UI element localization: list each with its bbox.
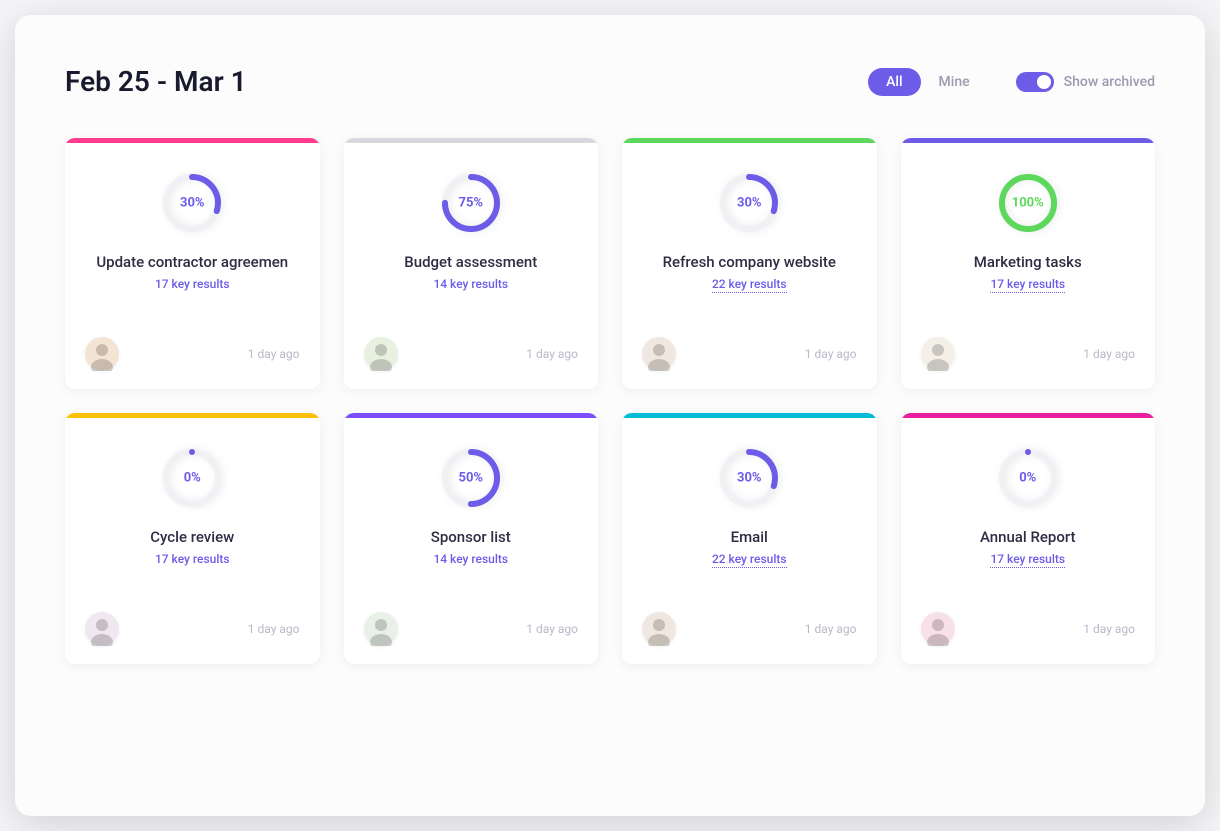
key-results-link[interactable]: 17 key results bbox=[155, 552, 230, 566]
owner-avatar[interactable] bbox=[642, 337, 676, 371]
card-body: 0% Annual Report 17 key results bbox=[901, 418, 1156, 586]
card-timestamp: 1 day ago bbox=[1083, 347, 1135, 361]
okr-card[interactable]: 0% Annual Report 17 key results 1 day ag… bbox=[901, 413, 1156, 664]
card-footer: 1 day ago bbox=[344, 325, 599, 389]
card-title: Cycle review bbox=[150, 528, 234, 546]
card-timestamp: 1 day ago bbox=[248, 347, 300, 361]
card-title: Sponsor list bbox=[431, 528, 511, 546]
progress-text: 30% bbox=[180, 196, 205, 211]
progress-text: 0% bbox=[1019, 471, 1036, 486]
key-results-link[interactable]: 17 key results bbox=[155, 277, 230, 291]
card-footer: 1 day ago bbox=[901, 600, 1156, 664]
card-footer: 1 day ago bbox=[65, 600, 320, 664]
progress-ring: 75% bbox=[439, 171, 503, 235]
okr-card[interactable]: 30% Refresh company website 22 key resul… bbox=[622, 138, 877, 389]
progress-text: 75% bbox=[458, 196, 483, 211]
progress-ring: 30% bbox=[160, 171, 224, 235]
card-body: 75% Budget assessment 14 key results bbox=[344, 143, 599, 311]
progress-ring: 0% bbox=[160, 446, 224, 510]
filter-group: All Mine bbox=[868, 68, 988, 96]
key-results-link[interactable]: 17 key results bbox=[990, 552, 1065, 568]
card-footer: 1 day ago bbox=[622, 600, 877, 664]
filter-mine-button[interactable]: Mine bbox=[921, 68, 988, 96]
filter-all-button[interactable]: All bbox=[868, 68, 920, 96]
card-timestamp: 1 day ago bbox=[526, 347, 578, 361]
progress-text: 30% bbox=[737, 196, 762, 211]
okr-card-grid: 30% Update contractor agreemen 17 key re… bbox=[65, 138, 1155, 664]
header: Feb 25 - Mar 1 All Mine Show archived bbox=[65, 65, 1155, 98]
progress-text: 30% bbox=[737, 471, 762, 486]
progress-text: 50% bbox=[458, 471, 483, 486]
archive-toggle-group: Show archived bbox=[1016, 72, 1155, 92]
owner-avatar[interactable] bbox=[85, 337, 119, 371]
key-results-link[interactable]: 22 key results bbox=[712, 277, 787, 293]
card-timestamp: 1 day ago bbox=[1083, 622, 1135, 636]
owner-avatar[interactable] bbox=[642, 612, 676, 646]
progress-ring: 30% bbox=[717, 171, 781, 235]
okr-card[interactable]: 30% Update contractor agreemen 17 key re… bbox=[65, 138, 320, 389]
okr-card[interactable]: 30% Email 22 key results 1 day ago bbox=[622, 413, 877, 664]
owner-avatar[interactable] bbox=[921, 612, 955, 646]
card-title: Update contractor agreemen bbox=[96, 253, 288, 271]
show-archived-toggle[interactable] bbox=[1016, 72, 1054, 92]
progress-ring: 100% bbox=[996, 171, 1060, 235]
card-title: Budget assessment bbox=[404, 253, 537, 271]
card-body: 50% Sponsor list 14 key results bbox=[344, 418, 599, 586]
card-body: 0% Cycle review 17 key results bbox=[65, 418, 320, 586]
card-title: Marketing tasks bbox=[974, 253, 1082, 271]
card-body: 30% Email 22 key results bbox=[622, 418, 877, 586]
dashboard-window: Feb 25 - Mar 1 All Mine Show archived bbox=[15, 15, 1205, 816]
owner-avatar[interactable] bbox=[364, 612, 398, 646]
okr-card[interactable]: 75% Budget assessment 14 key results 1 d… bbox=[344, 138, 599, 389]
progress-ring: 50% bbox=[439, 446, 503, 510]
show-archived-label: Show archived bbox=[1064, 74, 1155, 90]
card-timestamp: 1 day ago bbox=[805, 622, 857, 636]
key-results-link[interactable]: 14 key results bbox=[433, 552, 508, 566]
header-controls: All Mine Show archived bbox=[868, 68, 1155, 96]
card-footer: 1 day ago bbox=[901, 325, 1156, 389]
okr-card[interactable]: 100% Marketing tasks 17 key results 1 da… bbox=[901, 138, 1156, 389]
card-body: 100% Marketing tasks 17 key results bbox=[901, 143, 1156, 311]
owner-avatar[interactable] bbox=[364, 337, 398, 371]
progress-ring: 30% bbox=[717, 446, 781, 510]
owner-avatar[interactable] bbox=[85, 612, 119, 646]
progress-ring: 0% bbox=[996, 446, 1060, 510]
card-timestamp: 1 day ago bbox=[805, 347, 857, 361]
key-results-link[interactable]: 22 key results bbox=[712, 552, 787, 568]
progress-text: 100% bbox=[1012, 196, 1044, 211]
card-footer: 1 day ago bbox=[622, 325, 877, 389]
card-title: Email bbox=[731, 528, 768, 546]
card-timestamp: 1 day ago bbox=[248, 622, 300, 636]
progress-text: 0% bbox=[184, 471, 201, 486]
okr-card[interactable]: 0% Cycle review 17 key results 1 day ago bbox=[65, 413, 320, 664]
card-body: 30% Update contractor agreemen 17 key re… bbox=[65, 143, 320, 311]
owner-avatar[interactable] bbox=[921, 337, 955, 371]
card-title: Annual Report bbox=[980, 528, 1076, 546]
okr-card[interactable]: 50% Sponsor list 14 key results 1 day ag… bbox=[344, 413, 599, 664]
card-footer: 1 day ago bbox=[65, 325, 320, 389]
key-results-link[interactable]: 14 key results bbox=[433, 277, 508, 291]
card-title: Refresh company website bbox=[663, 253, 836, 271]
card-footer: 1 day ago bbox=[344, 600, 599, 664]
toggle-knob bbox=[1037, 75, 1051, 89]
key-results-link[interactable]: 17 key results bbox=[990, 277, 1065, 293]
card-body: 30% Refresh company website 22 key resul… bbox=[622, 143, 877, 311]
date-range-title: Feb 25 - Mar 1 bbox=[65, 65, 247, 98]
card-timestamp: 1 day ago bbox=[526, 622, 578, 636]
